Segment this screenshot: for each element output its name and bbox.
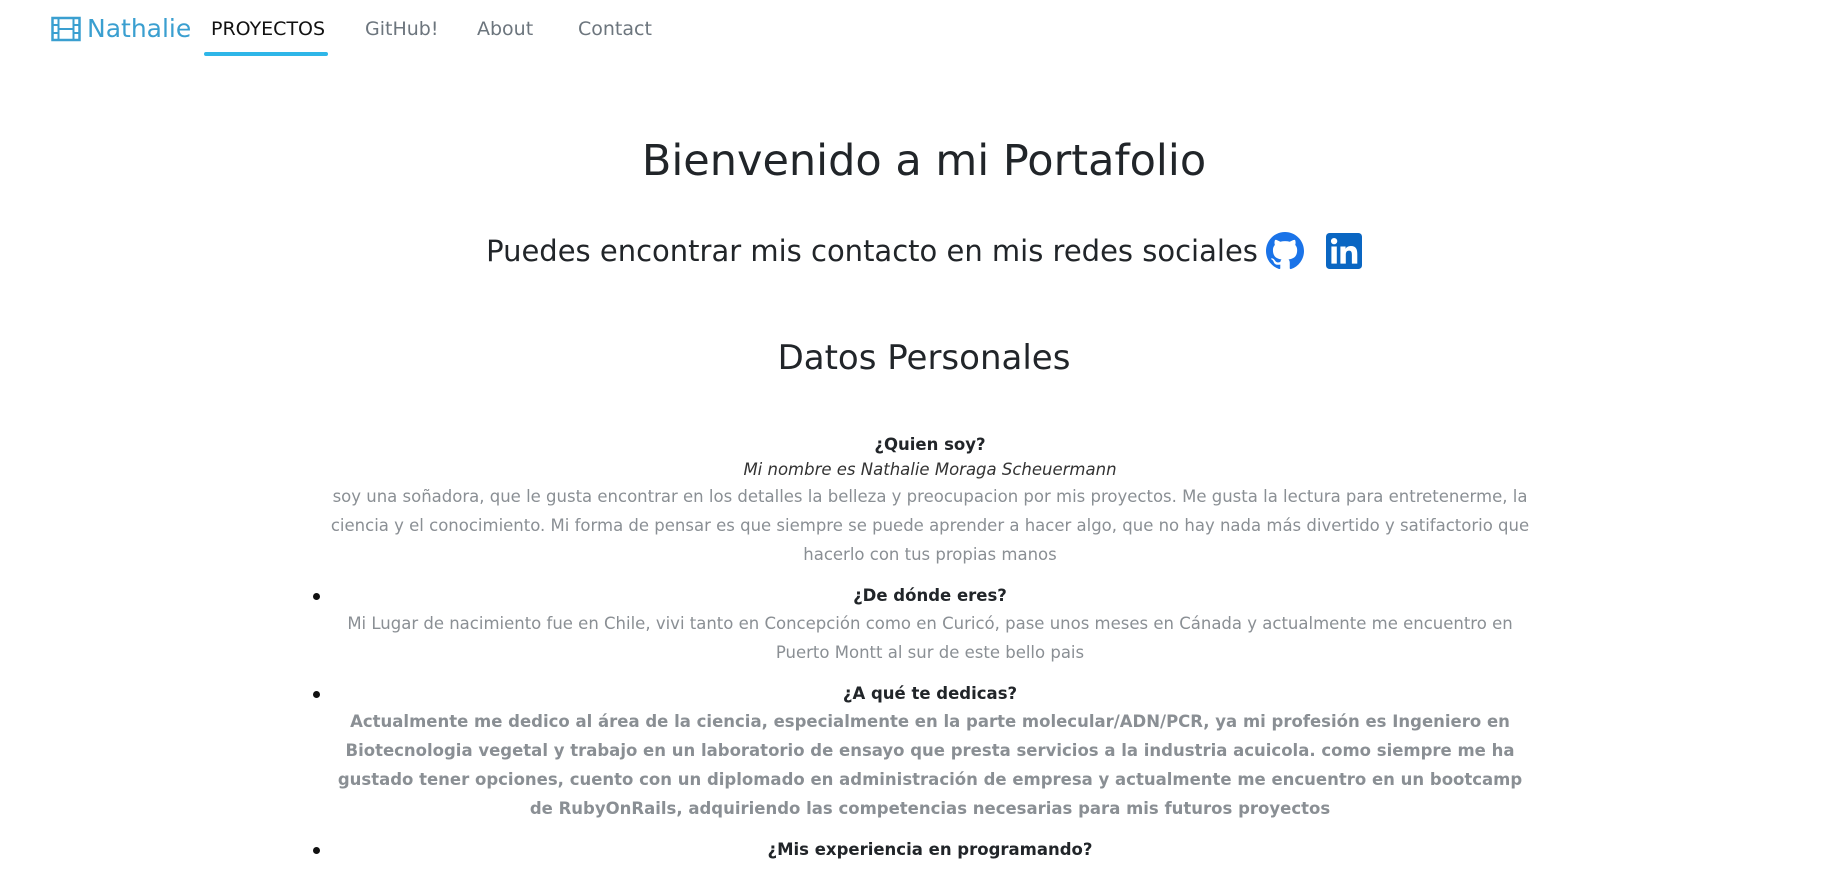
about-block-who: ¿Quien soy? Mi nombre es Nathalie Moraga… [330,432,1530,569]
personal-data: ¿Quien soy? Mi nombre es Nathalie Moraga… [313,432,1530,877]
question-where: ¿De dónde eres? [853,586,1007,605]
question-who: ¿Quien soy? [874,435,986,454]
full-name: Mi nombre es Nathalie Moraga Scheuermann [743,460,1117,479]
question-programming: ¿Mis experiencia en programando? [767,840,1093,859]
about-block-where: ¿De dónde eres? Mi Lugar de nacimiento f… [313,583,1530,667]
about-block-work: ¿A qué te dedicas? Actualmente me dedico… [313,681,1530,823]
nav-contact[interactable]: Contact [578,18,652,40]
answer-work: Actualmente me dedico al área de la cien… [337,712,1523,818]
active-nav-indicator [204,52,328,56]
page-title: Bienvenido a mi Portafolio [641,136,1207,186]
social-text: Puedes encontrar mis contacto en mis red… [486,234,1258,268]
brand-name: Nathalie [87,14,192,43]
navbar: Nathalie PROYECTOS GitHub! About Contact [0,0,1848,58]
brand-link[interactable]: Nathalie [51,14,191,43]
about-block-programming: ¿Mis experiencia en programando? [313,837,1530,863]
bullet [313,847,320,854]
bullet [313,691,320,698]
linkedin-icon [1325,233,1362,269]
github-link[interactable] [1265,232,1304,270]
answer-who: soy una soñadora, que le gusta encontrar… [330,487,1530,564]
bullet [313,593,320,600]
answer-where: Mi Lugar de nacimiento fue en Chile, viv… [347,614,1513,662]
nav-about[interactable]: About [477,18,533,40]
question-work: ¿A qué te dedicas? [842,684,1018,703]
github-icon [1265,232,1304,270]
linkedin-link[interactable] [1325,233,1362,269]
film-icon [51,16,81,41]
nav-github[interactable]: GitHub! [365,18,438,40]
section-title: Datos Personales [777,338,1071,378]
social-line: Puedes encontrar mis contacto en mis red… [0,232,1848,270]
nav-proyectos[interactable]: PROYECTOS [211,18,325,40]
